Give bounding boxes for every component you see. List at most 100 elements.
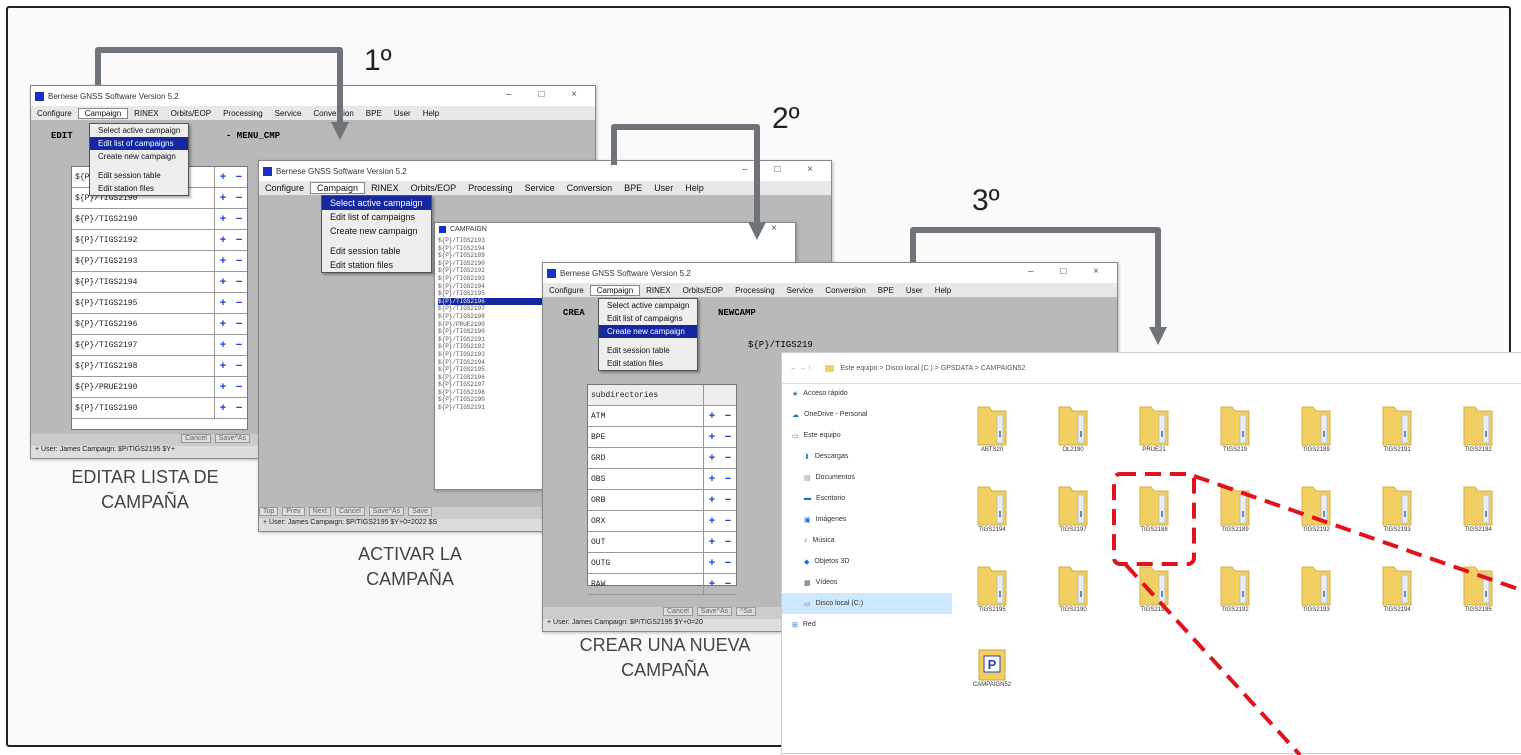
table-cell[interactable]: OUT <box>588 532 704 552</box>
table-cell[interactable]: ATM <box>588 406 704 426</box>
menu-conversion[interactable]: Conversion <box>561 183 619 193</box>
nav-item-quick-access[interactable]: ★ Acceso rápido <box>782 383 952 404</box>
list-item[interactable]: ${P}/TIGS2196 <box>438 297 542 306</box>
folder-item[interactable]: TIGS2192 <box>1286 481 1346 533</box>
menu-item-station-files[interactable]: Edit station files <box>599 357 697 370</box>
nav-arrows-icon[interactable]: ← → ↑ <box>790 365 811 372</box>
menu-item-create-new[interactable]: Create new campaign <box>599 325 698 338</box>
add-row-button[interactable]: + <box>215 297 231 309</box>
next-button[interactable]: Next <box>308 507 332 516</box>
menu-processing[interactable]: Processing <box>729 286 781 295</box>
table-cell[interactable]: ${P}/TIGS2193 <box>72 251 215 271</box>
table-cell[interactable]: ${P}/TIGS2196 <box>72 314 215 334</box>
remove-row-button[interactable]: − <box>231 255 247 267</box>
list-item[interactable]: ${P}/TIGS2194 <box>438 245 538 253</box>
cancel-button[interactable]: Cancel <box>181 434 211 443</box>
menu-item-session-table[interactable]: Edit session table <box>599 344 697 357</box>
table-cell[interactable]: OUTG <box>588 553 704 573</box>
remove-row-button[interactable]: − <box>720 557 736 569</box>
list-item[interactable]: ${P}/TIGS2189 <box>438 252 538 260</box>
menu-campaign[interactable]: Campaign <box>589 284 641 296</box>
prev-button[interactable]: Prev <box>282 507 305 516</box>
add-row-button[interactable]: + <box>215 255 231 267</box>
menu-service[interactable]: Service <box>781 286 820 295</box>
remove-row-button[interactable]: − <box>720 452 736 464</box>
folder-item[interactable]: TIGS2189 <box>1286 401 1346 453</box>
menu-configure[interactable]: Configure <box>31 109 78 118</box>
add-row-button[interactable]: + <box>215 339 231 351</box>
add-row-button[interactable]: + <box>704 536 720 548</box>
remove-row-button[interactable]: − <box>720 473 736 485</box>
table-cell[interactable]: ORX <box>588 511 704 531</box>
table-cell[interactable]: ${P}/TIGS2194 <box>72 272 215 292</box>
add-row-button[interactable]: + <box>704 431 720 443</box>
save-button[interactable]: ^Sa <box>736 607 756 616</box>
list-item[interactable]: ${P}/PRUE2190 <box>438 321 538 329</box>
table-cell[interactable]: ${P}/TIGS2190 <box>72 398 215 418</box>
add-row-button[interactable]: + <box>215 171 231 183</box>
menu-conversion[interactable]: Conversion <box>819 286 871 295</box>
nav-item-network[interactable]: ⊞ Red <box>782 614 952 635</box>
folder-item[interactable]: TIGS2191 <box>1367 401 1427 453</box>
remove-row-button[interactable]: − <box>231 402 247 414</box>
menu-configure[interactable]: Configure <box>259 183 310 193</box>
save-button[interactable]: Save <box>408 507 433 516</box>
list-item[interactable]: ${P}/TIGS2193 <box>438 275 538 283</box>
folder-item[interactable]: TIGS2193 <box>1286 561 1346 613</box>
remove-row-button[interactable]: − <box>231 234 247 246</box>
remove-row-button[interactable]: − <box>231 171 247 183</box>
menu-orbits[interactable]: Orbits/EOP <box>405 183 463 193</box>
menu-orbits[interactable]: Orbits/EOP <box>165 109 217 118</box>
add-row-button[interactable]: + <box>215 213 231 225</box>
add-row-button[interactable]: + <box>215 276 231 288</box>
list-item[interactable]: ${P}/TIGS2195 <box>438 366 538 374</box>
menu-user[interactable]: User <box>648 183 679 193</box>
menu-item-create-new[interactable]: Create new campaign <box>90 150 188 163</box>
folder-item[interactable]: TIGS2194 <box>1448 481 1508 533</box>
address-bar[interactable]: ← → ↑ Este equipo > Disco local (C:) > G… <box>782 353 1521 384</box>
remove-row-button[interactable]: − <box>231 213 247 225</box>
list-item[interactable]: ${P}/TIGS2190 <box>438 328 538 336</box>
top-button[interactable]: Top <box>259 507 279 516</box>
folder-item[interactable]: TIGS219 <box>1205 401 1265 453</box>
menu-item-create-new[interactable]: Create new campaign <box>322 224 431 238</box>
nav-item-onedrive[interactable]: ☁ OneDrive - Personal <box>782 404 952 425</box>
remove-row-button[interactable]: − <box>231 192 247 204</box>
add-row-button[interactable]: + <box>704 578 720 590</box>
add-row-button[interactable]: + <box>215 381 231 393</box>
menu-rinex[interactable]: RINEX <box>128 109 164 118</box>
add-row-button[interactable]: + <box>215 318 231 330</box>
menu-service[interactable]: Service <box>519 183 561 193</box>
menu-user[interactable]: User <box>900 286 929 295</box>
remove-row-button[interactable]: − <box>231 381 247 393</box>
folder-item[interactable]: OL2190 <box>1043 401 1103 453</box>
remove-row-button[interactable]: − <box>720 494 736 506</box>
menu-item-select-active[interactable]: Select active campaign <box>599 299 697 312</box>
list-item[interactable]: ${P}/TIGS2197 <box>438 381 538 389</box>
add-row-button[interactable]: + <box>215 360 231 372</box>
menu-configure[interactable]: Configure <box>543 286 590 295</box>
menu-rinex[interactable]: RINEX <box>640 286 676 295</box>
list-item[interactable]: ${P}/TIGS2197 <box>438 305 538 313</box>
list-item[interactable]: ${P}/TIGS2196 <box>438 374 538 382</box>
save-as-button[interactable]: Save^As <box>368 507 405 516</box>
menu-item-edit-list[interactable]: Edit list of campaigns <box>90 137 189 150</box>
remove-row-button[interactable]: − <box>720 410 736 422</box>
save-as-button[interactable]: Save^As <box>696 607 733 616</box>
campaign-path-value[interactable]: ${P}/TIGS219 <box>748 340 813 350</box>
menu-help[interactable]: Help <box>417 109 445 118</box>
table-cell[interactable]: ${P}/TIGS2197 <box>72 335 215 355</box>
remove-row-button[interactable]: − <box>231 360 247 372</box>
list-item[interactable]: ${P}/TIGS2198 <box>438 389 538 397</box>
table-cell[interactable]: ${P}/TIGS2195 <box>72 293 215 313</box>
list-item[interactable]: ${P}/TIGS2193 <box>438 237 538 245</box>
nav-item-this-pc[interactable]: ▭ Este equipo <box>782 425 952 446</box>
remove-row-button[interactable]: − <box>231 318 247 330</box>
menu-item-edit-list[interactable]: Edit list of campaigns <box>599 312 697 325</box>
folder-item[interactable]: TIGS2195 <box>962 561 1022 613</box>
add-row-button[interactable]: + <box>215 402 231 414</box>
remove-row-button[interactable]: − <box>720 431 736 443</box>
menu-campaign[interactable]: Campaign <box>310 182 366 194</box>
table-cell[interactable]: OBS <box>588 469 704 489</box>
cancel-button[interactable]: Cancel <box>334 507 365 516</box>
